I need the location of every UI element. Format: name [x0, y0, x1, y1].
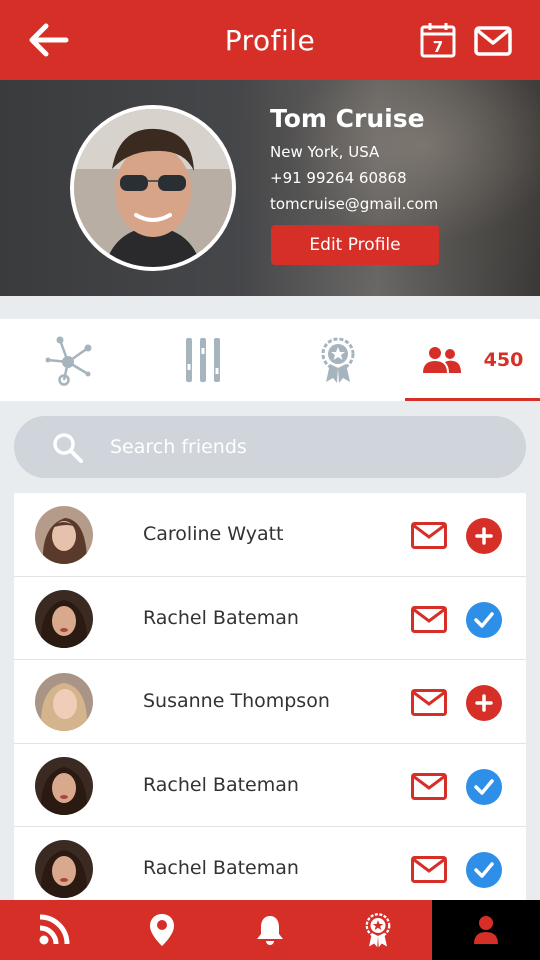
award-icon	[365, 913, 391, 948]
friend-added-button[interactable]	[466, 768, 502, 805]
add-friend-button[interactable]	[466, 685, 502, 721]
nav-notifications[interactable]	[216, 900, 324, 960]
mail-icon[interactable]	[474, 26, 512, 56]
feed-icon	[39, 914, 70, 945]
profile-email: tomcruise@gmail.com	[270, 195, 439, 213]
tab-awards[interactable]	[270, 319, 405, 401]
check-icon	[474, 778, 494, 795]
nav-awards[interactable]	[324, 900, 432, 960]
search-icon	[53, 433, 83, 463]
nav-location[interactable]	[108, 900, 216, 960]
profile-phone: +91 99264 60868	[270, 169, 407, 187]
tab-network[interactable]	[0, 319, 135, 401]
mail-icon[interactable]	[411, 522, 447, 549]
profile-location: New York, USA	[270, 143, 380, 161]
check-icon	[474, 611, 494, 628]
friend-added-button[interactable]	[466, 601, 502, 638]
arrow-left-icon[interactable]	[28, 22, 70, 58]
avatar	[35, 589, 93, 648]
profile-avatar	[70, 105, 236, 271]
friend-name: Rachel Bateman	[143, 773, 299, 796]
list-item[interactable]: Rachel Bateman	[14, 827, 526, 900]
bottom-navigation	[0, 900, 540, 960]
mail-icon[interactable]	[411, 856, 447, 883]
list-item[interactable]: Caroline Wyatt	[14, 493, 526, 577]
tab-settings[interactable]	[135, 319, 270, 401]
tab-friends[interactable]: 450	[405, 319, 540, 401]
nav-feed[interactable]	[0, 900, 108, 960]
list-item[interactable]: Rachel Bateman	[14, 577, 526, 660]
list-item[interactable]: Rachel Bateman	[14, 744, 526, 827]
user-icon	[474, 916, 498, 944]
list-item[interactable]: Susanne Thompson	[14, 660, 526, 744]
award-icon	[321, 337, 354, 383]
location-pin-icon	[150, 914, 174, 946]
profile-tabs: 450	[0, 319, 540, 401]
mail-icon[interactable]	[411, 689, 447, 716]
profile-banner: Tom Cruise New York, USA +91 99264 60868…	[0, 80, 540, 296]
friends-icon	[422, 347, 461, 373]
friends-list: Caroline Wyatt Rachel Bateman Susanne Th…	[14, 493, 526, 900]
avatar	[35, 506, 93, 564]
network-icon	[45, 336, 91, 386]
check-icon	[474, 862, 494, 878]
avatar	[35, 756, 93, 815]
friend-name: Rachel Bateman	[143, 606, 299, 629]
profile-name: Tom Cruise	[270, 104, 425, 133]
edit-profile-button[interactable]: Edit Profile	[271, 225, 439, 265]
add-friend-button[interactable]	[466, 518, 502, 554]
calendar-icon[interactable]: 7	[420, 22, 456, 58]
friend-name: Caroline Wyatt	[143, 523, 284, 545]
nav-profile[interactable]	[432, 900, 540, 960]
friend-name: Susanne Thompson	[143, 690, 330, 712]
page-title: Profile	[224, 23, 316, 57]
sliders-icon	[185, 338, 220, 382]
calendar-day: 7	[433, 38, 443, 56]
bell-icon	[257, 916, 283, 945]
plus-icon	[475, 694, 493, 712]
mail-icon[interactable]	[411, 772, 447, 800]
friend-added-button[interactable]	[466, 852, 502, 888]
avatar	[35, 840, 93, 898]
profile-info: Tom Cruise New York, USA +91 99264 60868…	[270, 104, 438, 221]
plus-icon	[475, 527, 493, 545]
search-bar	[14, 416, 526, 478]
friend-name: Rachel Bateman	[143, 857, 299, 879]
avatar	[35, 673, 93, 731]
friends-count: 450	[483, 349, 524, 371]
search-input[interactable]	[110, 430, 490, 464]
mail-icon[interactable]	[411, 605, 447, 633]
top-app-bar: Profile 7	[0, 0, 540, 80]
